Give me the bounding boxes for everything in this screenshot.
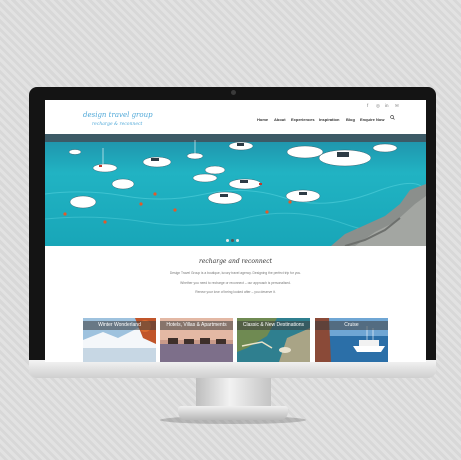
card-winter-wonderland[interactable]: Winter Wonderland <box>83 318 156 362</box>
nav-experiences[interactable]: Experiences <box>291 117 315 122</box>
instagram-icon[interactable]: ◎ <box>376 103 380 109</box>
hero-image-slider[interactable] <box>45 134 426 246</box>
intro-line: Whether you need to recharge or reconnec… <box>180 281 291 285</box>
nav-inspiration[interactable]: Inspiration <box>319 117 339 122</box>
monitor-foot <box>178 406 288 420</box>
intro-line: Design Travel Group is a boutique, luxur… <box>169 271 302 275</box>
monitor-stand <box>196 378 271 408</box>
facebook-icon[interactable]: f <box>367 103 368 109</box>
slider-dot[interactable] <box>236 239 239 242</box>
card-label: Cruise <box>315 321 388 330</box>
slider-dot-active[interactable] <box>231 239 234 242</box>
nav-enquire-now[interactable]: Enquire Now <box>360 117 384 122</box>
harbour-boats-photo <box>45 134 426 246</box>
site-header: design travel group recharge & reconnect… <box>45 100 426 132</box>
email-icon[interactable]: ✉ <box>395 103 399 109</box>
camera-icon <box>231 90 236 95</box>
intro-line: Renew your love of being looked after – … <box>195 290 276 294</box>
card-classic-new-destinations[interactable]: Classic & New Destinations <box>237 318 310 362</box>
nav-blog[interactable]: Blog <box>346 117 355 122</box>
monitor-chin <box>29 360 436 378</box>
card-hotels-villas-apartments[interactable]: Hotels, Villas & Apartments <box>160 318 233 362</box>
card-label: Hotels, Villas & Apartments <box>160 321 233 330</box>
slider-dot[interactable] <box>226 239 229 242</box>
card-label: Winter Wonderland <box>83 321 156 330</box>
intro-tagline: recharge and reconnect <box>198 258 273 265</box>
website-screen: design travel group recharge & reconnect… <box>45 100 426 362</box>
linkedin-icon[interactable]: in <box>385 103 389 109</box>
nav-home[interactable]: Home <box>257 117 268 122</box>
logo-tagline: recharge & reconnect <box>92 122 143 127</box>
card-cruise[interactable]: Cruise <box>315 318 388 362</box>
search-icon[interactable] <box>390 115 395 120</box>
logo-title[interactable]: design travel group <box>83 111 153 119</box>
card-label: Classic & New Destinations <box>237 321 310 330</box>
nav-about[interactable]: About <box>274 117 286 122</box>
